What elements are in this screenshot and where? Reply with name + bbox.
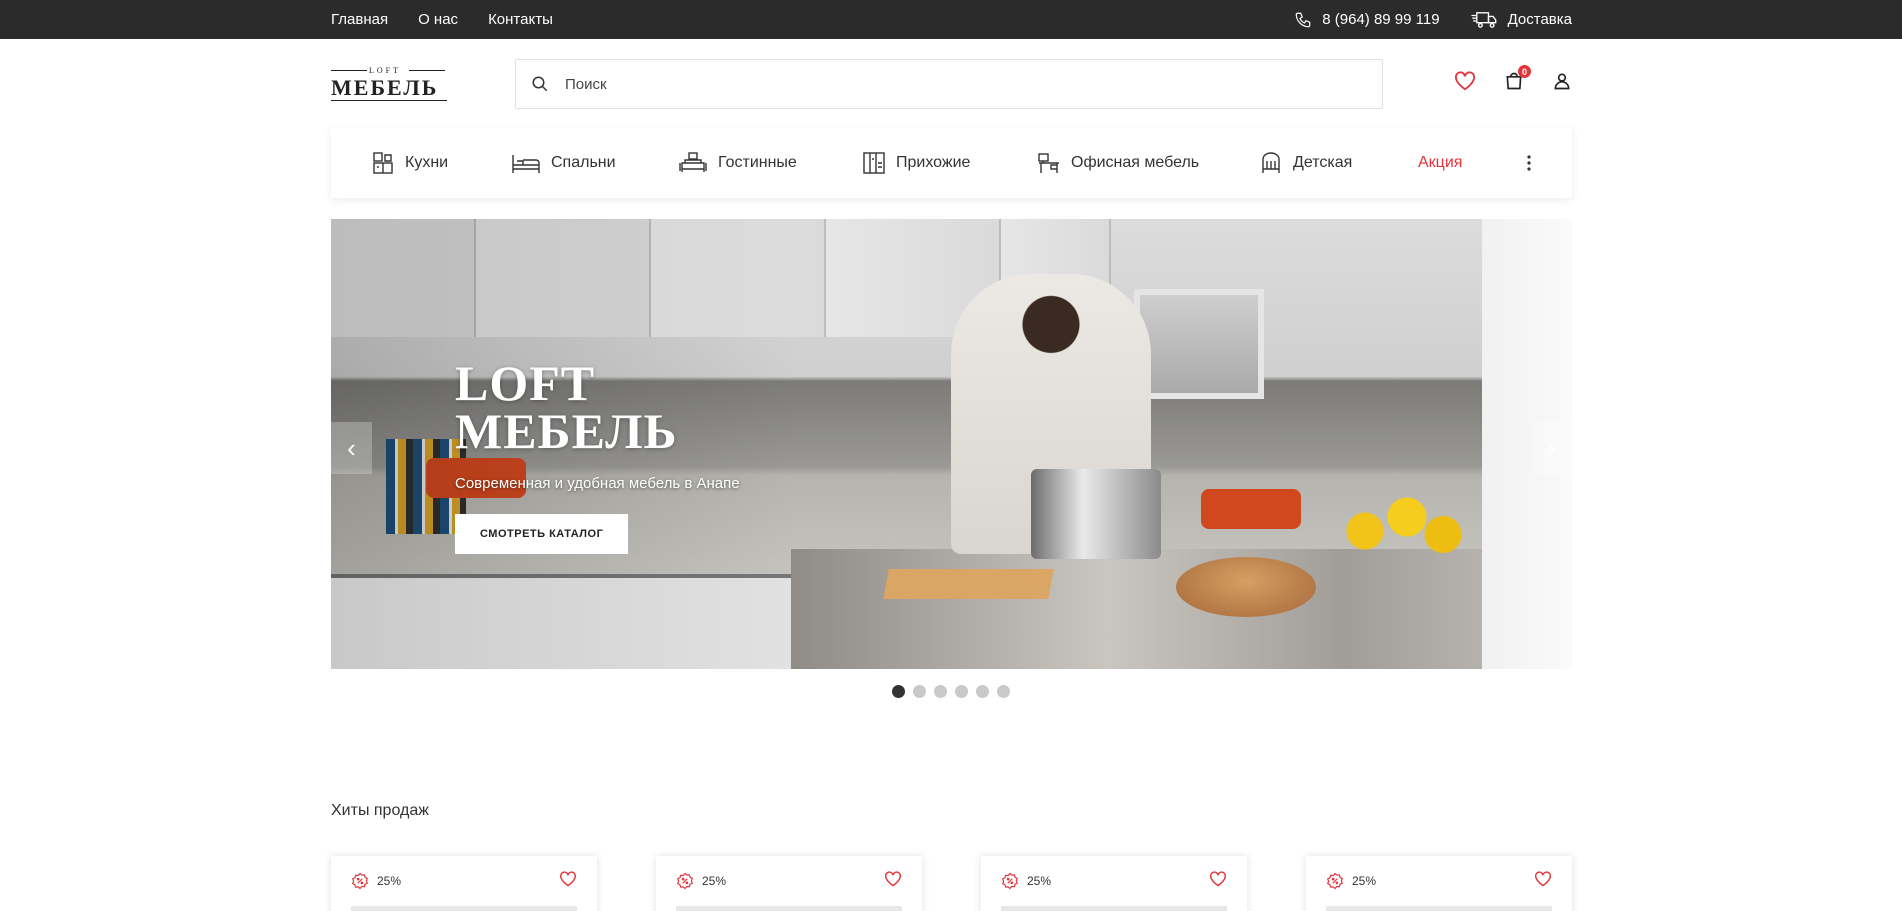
add-to-favorites-button[interactable] xyxy=(884,871,902,892)
logo-line xyxy=(331,70,367,71)
slider-dot[interactable] xyxy=(892,685,905,698)
category-label: Гостинные xyxy=(718,154,797,171)
logo[interactable]: LOFT МЕБЕЛЬ xyxy=(331,66,447,101)
product-image[interactable] xyxy=(351,906,577,911)
chevron-right-icon: › xyxy=(1547,432,1556,463)
discount-icon xyxy=(351,872,369,890)
top-bar: Главная О нас Контакты 8 (964) 89 99 119… xyxy=(0,0,1902,39)
heart-icon xyxy=(1455,71,1475,91)
add-to-favorites-button[interactable] xyxy=(1534,871,1552,892)
kebab-menu-icon xyxy=(1527,155,1531,171)
category-label: Прихожие xyxy=(896,154,971,171)
category-living-rooms[interactable]: Гостинные xyxy=(678,151,797,175)
truck-icon xyxy=(1470,11,1496,28)
slider-pagination xyxy=(892,685,1018,698)
slider-dot[interactable] xyxy=(997,685,1010,698)
slider-dot[interactable] xyxy=(934,685,947,698)
category-nav: Кухни Спальни Гостинные Прихожие Офисная… xyxy=(331,128,1572,198)
sofa-icon xyxy=(679,152,707,172)
bestsellers-title: Хиты продаж xyxy=(331,802,429,819)
category-label: Офисная мебель xyxy=(1071,154,1200,171)
discount-badge: 25% xyxy=(351,872,401,890)
slider-dot[interactable] xyxy=(976,685,989,698)
delivery-link[interactable]: Доставка xyxy=(1470,11,1572,29)
hero-slider[interactable]: LOFT МЕБЕЛЬ Современная и удобная мебель… xyxy=(331,219,1572,669)
category-label: Акция xyxy=(1418,154,1463,171)
discount-value: 25% xyxy=(377,874,402,888)
phone-icon xyxy=(1295,12,1311,27)
heart-icon xyxy=(560,871,576,887)
category-kitchens[interactable]: Кухни xyxy=(371,151,448,175)
heart-icon xyxy=(1210,871,1226,887)
heart-icon xyxy=(1535,871,1551,887)
category-promo[interactable]: Акция xyxy=(1418,154,1462,172)
more-categories-button[interactable] xyxy=(1526,154,1532,177)
top-nav: Главная О нас Контакты xyxy=(331,0,583,39)
product-card[interactable]: 25% xyxy=(656,856,922,911)
crib-icon xyxy=(1262,152,1280,173)
hero-title: LOFT МЕБЕЛЬ xyxy=(455,355,740,459)
category-office[interactable]: Офисная мебель xyxy=(1037,151,1199,175)
cart-count-badge: 0 xyxy=(1518,65,1531,78)
hero-title-line: LOFT xyxy=(455,355,596,411)
office-icon xyxy=(1038,153,1059,173)
logo-line xyxy=(409,70,445,71)
hallway-icon xyxy=(863,152,885,174)
bed-icon xyxy=(512,155,540,173)
product-card[interactable]: 25% xyxy=(981,856,1247,911)
discount-icon xyxy=(1001,872,1019,890)
slider-next-button[interactable]: › xyxy=(1531,422,1572,474)
top-nav-about[interactable]: О нас xyxy=(418,11,458,28)
delivery-label: Доставка xyxy=(1507,11,1572,28)
add-to-favorites-button[interactable] xyxy=(559,871,577,892)
logo-big-text: МЕБЕЛЬ xyxy=(331,75,439,100)
discount-badge: 25% xyxy=(676,872,726,890)
slider-dot[interactable] xyxy=(955,685,968,698)
category-label: Детская xyxy=(1293,154,1353,171)
discount-value: 25% xyxy=(1027,874,1052,888)
chevron-left-icon: ‹ xyxy=(347,432,356,463)
hero-content: LOFT МЕБЕЛЬ Современная и удобная мебель… xyxy=(455,355,740,554)
discount-value: 25% xyxy=(702,874,727,888)
account-button[interactable] xyxy=(1552,71,1572,91)
search-input[interactable] xyxy=(565,75,1345,93)
product-card[interactable]: 25% xyxy=(331,856,597,911)
slider-prev-button[interactable]: ‹ xyxy=(331,422,372,474)
header: LOFT МЕБЕЛЬ 0 xyxy=(331,59,1572,109)
discount-icon xyxy=(1326,872,1344,890)
category-bedrooms[interactable]: Спальни xyxy=(511,151,616,175)
category-label: Кухни xyxy=(405,154,449,171)
bestsellers-list: 25% 25% 25% 25% xyxy=(331,856,1572,911)
product-image[interactable] xyxy=(676,906,902,911)
logo-small-text: LOFT xyxy=(369,66,401,75)
search-icon xyxy=(532,76,548,92)
hero-title-line: МЕБЕЛЬ xyxy=(455,403,678,459)
discount-value: 25% xyxy=(1352,874,1377,888)
product-card[interactable]: 25% xyxy=(1306,856,1572,911)
discount-icon xyxy=(676,872,694,890)
top-nav-home[interactable]: Главная xyxy=(331,11,388,28)
category-hallways[interactable]: Прихожие xyxy=(862,151,970,175)
user-icon xyxy=(1554,73,1570,90)
kitchen-icon xyxy=(373,152,393,174)
discount-badge: 25% xyxy=(1001,872,1051,890)
logo-underline xyxy=(331,100,447,101)
cart-button[interactable]: 0 xyxy=(1504,65,1531,91)
phone-link[interactable]: 8 (964) 89 99 119 xyxy=(1294,11,1440,29)
category-label: Спальни xyxy=(551,154,616,171)
heart-icon xyxy=(885,871,901,887)
search-box[interactable] xyxy=(515,59,1383,109)
add-to-favorites-button[interactable] xyxy=(1209,871,1227,892)
favorites-button[interactable] xyxy=(1454,71,1476,91)
hero-subtitle: Современная и удобная мебель в Анапе xyxy=(455,475,740,492)
category-kids[interactable]: Детская xyxy=(1259,151,1352,175)
phone-number: 8 (964) 89 99 119 xyxy=(1322,11,1440,28)
top-nav-contacts[interactable]: Контакты xyxy=(488,11,553,28)
product-image[interactable] xyxy=(1001,906,1227,911)
slider-dot[interactable] xyxy=(913,685,926,698)
view-catalog-button[interactable]: СМОТРЕТЬ КАТАЛОГ xyxy=(455,514,629,554)
discount-badge: 25% xyxy=(1326,872,1376,890)
product-image[interactable] xyxy=(1326,906,1552,911)
